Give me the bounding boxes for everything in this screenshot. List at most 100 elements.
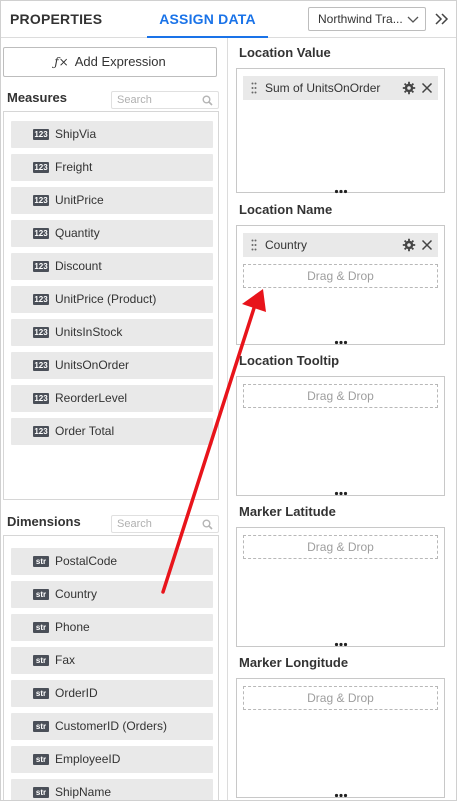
tab-properties[interactable]: PROPERTIES <box>10 1 102 37</box>
marker-latitude-heading: Marker Latitude <box>239 504 336 519</box>
marker-latitude-dropzone[interactable]: Drag & Drop <box>236 527 445 647</box>
resize-handle-icon[interactable] <box>334 491 348 496</box>
location-tooltip-dropzone[interactable]: Drag & Drop <box>236 376 445 496</box>
string-type-badge: str <box>33 556 49 567</box>
field-label: UnitPrice <box>55 193 104 207</box>
resize-handle-icon[interactable] <box>334 793 348 798</box>
tab-assign-data[interactable]: ASSIGN DATA <box>147 1 268 38</box>
field-label: UnitsInStock <box>55 325 123 339</box>
resize-handle-icon[interactable] <box>334 340 348 345</box>
location-name-dropzone[interactable]: Country Drag & Drop <box>236 225 445 345</box>
marker-longitude-dropzone[interactable]: Drag & Drop <box>236 678 445 798</box>
location-value-heading: Location Value <box>239 45 331 60</box>
assigned-field-label: Sum of UnitsOnOrder <box>265 81 381 95</box>
search-icon <box>202 519 213 530</box>
close-icon[interactable] <box>420 81 434 95</box>
field-label: Phone <box>55 620 90 634</box>
resize-handle-icon[interactable] <box>334 189 348 194</box>
add-expression-button[interactable]: ƒ× Add Expression <box>3 47 217 77</box>
assign-data-column: Location Value Sum of UnitsOnOrder Locat… <box>227 38 456 800</box>
properties-panel: PROPERTIES ASSIGN DATA Northwind Tra... … <box>0 0 457 801</box>
search-icon <box>202 95 213 106</box>
location-value-dropzone[interactable]: Sum of UnitsOnOrder <box>236 68 445 194</box>
drag-handle-icon[interactable] <box>251 239 257 251</box>
measure-field-unitprice[interactable]: 123 UnitPrice <box>11 187 213 214</box>
panel-header: PROPERTIES ASSIGN DATA Northwind Tra... <box>1 1 456 38</box>
numeric-type-badge: 123 <box>33 426 49 437</box>
numeric-type-badge: 123 <box>33 162 49 173</box>
gear-icon[interactable] <box>402 238 416 252</box>
field-label: Discount <box>55 259 102 273</box>
location-tooltip-heading: Location Tooltip <box>239 353 340 368</box>
double-chevron-right-icon[interactable] <box>433 11 451 27</box>
measures-search-input[interactable] <box>112 92 198 108</box>
string-type-badge: str <box>33 787 49 798</box>
measure-field-unitsonorder[interactable]: 123 UnitsOnOrder <box>11 352 213 379</box>
field-label: EmployeeID <box>55 752 121 766</box>
measure-field-shipvia[interactable]: 123 ShipVia <box>11 121 213 148</box>
field-label: Order Total <box>55 424 115 438</box>
dimension-field-customerid-orders[interactable]: str CustomerID (Orders) <box>11 713 213 740</box>
string-type-badge: str <box>33 589 49 600</box>
assigned-field-pill[interactable]: Sum of UnitsOnOrder <box>243 76 438 100</box>
measure-field-discount[interactable]: 123 Discount <box>11 253 213 280</box>
numeric-type-badge: 123 <box>33 261 49 272</box>
numeric-type-badge: 123 <box>33 294 49 305</box>
dimensions-list: str PostalCode str Country str Phone str Fax… <box>3 535 219 800</box>
measures-search[interactable] <box>111 91 219 109</box>
datasource-dropdown[interactable]: Northwind Tra... <box>308 7 426 31</box>
marker-longitude-heading: Marker Longitude <box>239 655 349 670</box>
numeric-type-badge: 123 <box>33 228 49 239</box>
chevron-down-icon <box>407 16 419 23</box>
drag-drop-placeholder[interactable]: Drag & Drop <box>243 686 438 710</box>
numeric-type-badge: 123 <box>33 129 49 140</box>
field-label: ReorderLevel <box>55 391 128 405</box>
field-label: Quantity <box>55 226 100 240</box>
measure-field-quantity[interactable]: 123 Quantity <box>11 220 213 247</box>
string-type-badge: str <box>33 622 49 633</box>
dimension-field-postalcode[interactable]: str PostalCode <box>11 548 213 575</box>
dimensions-search-input[interactable] <box>112 516 198 532</box>
drag-drop-placeholder[interactable]: Drag & Drop <box>243 264 438 288</box>
dimensions-heading: Dimensions <box>7 514 81 529</box>
drag-handle-icon[interactable] <box>251 82 257 94</box>
dimensions-search[interactable] <box>111 515 219 533</box>
dimension-field-country[interactable]: str Country <box>11 581 213 608</box>
numeric-type-badge: 123 <box>33 327 49 338</box>
string-type-badge: str <box>33 688 49 699</box>
measure-field-unitprice-product[interactable]: 123 UnitPrice (Product) <box>11 286 213 313</box>
field-label: Fax <box>55 653 76 667</box>
assigned-field-pill[interactable]: Country <box>243 233 438 257</box>
field-label: ShipVia <box>55 127 97 141</box>
location-name-heading: Location Name <box>239 202 333 217</box>
field-label: CustomerID (Orders) <box>55 719 168 733</box>
measure-field-order-total[interactable]: 123 Order Total <box>11 418 213 445</box>
datasource-dropdown-value: Northwind Tra... <box>318 12 403 26</box>
measure-field-freight[interactable]: 123 Freight <box>11 154 213 181</box>
dimension-field-phone[interactable]: str Phone <box>11 614 213 641</box>
drag-drop-placeholder[interactable]: Drag & Drop <box>243 535 438 559</box>
field-label: Freight <box>55 160 93 174</box>
numeric-type-badge: 123 <box>33 393 49 404</box>
fields-column: ƒ× Add Expression Measures 123 ShipVia 123… <box>1 38 227 800</box>
string-type-badge: str <box>33 655 49 666</box>
dimension-field-employeeid[interactable]: str EmployeeID <box>11 746 213 773</box>
gear-icon[interactable] <box>402 81 416 95</box>
field-label: OrderID <box>55 686 98 700</box>
dimension-field-fax[interactable]: str Fax <box>11 647 213 674</box>
measure-field-reorderlevel[interactable]: 123 ReorderLevel <box>11 385 213 412</box>
function-fx-icon: ƒ× <box>54 55 69 69</box>
field-label: PostalCode <box>55 554 118 568</box>
numeric-type-badge: 123 <box>33 195 49 206</box>
measures-list: 123 ShipVia 123 Freight 123 UnitPrice 123 Qu… <box>3 111 219 500</box>
dimension-field-shipname[interactable]: str ShipName <box>11 779 213 800</box>
drag-drop-placeholder[interactable]: Drag & Drop <box>243 384 438 408</box>
numeric-type-badge: 123 <box>33 360 49 371</box>
measures-heading: Measures <box>7 90 67 105</box>
close-icon[interactable] <box>420 238 434 252</box>
assigned-field-label: Country <box>265 238 308 252</box>
measure-field-unitsinstock[interactable]: 123 UnitsInStock <box>11 319 213 346</box>
field-label: UnitPrice (Product) <box>55 292 157 306</box>
resize-handle-icon[interactable] <box>334 642 348 647</box>
dimension-field-orderid[interactable]: str OrderID <box>11 680 213 707</box>
